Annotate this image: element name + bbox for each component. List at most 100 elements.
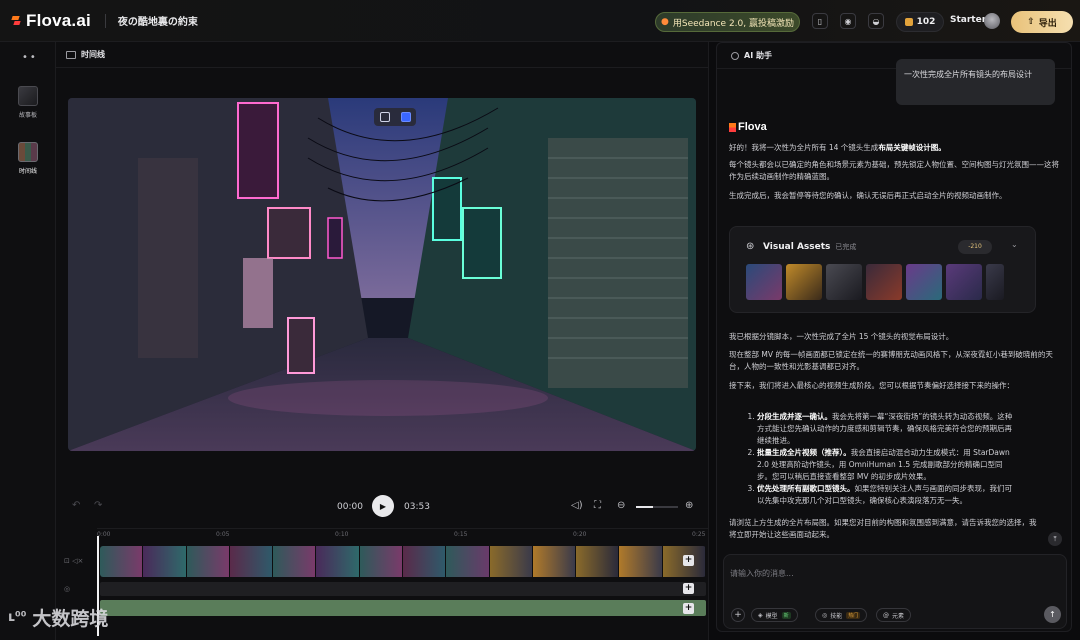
- undo-icon[interactable]: ↶: [72, 500, 80, 511]
- rail-item-label: 时间线: [18, 168, 37, 175]
- asset-thumbnails: [746, 264, 1004, 300]
- chip-tag: 新: [781, 611, 791, 619]
- timeline-panel: 时间线 ↶ ↷ 00:00 ▶ 03:53 ◁) ⛶ ⊖ ⊕ 0:00 0:05…: [56, 42, 709, 640]
- ruler-tick: 0:10: [335, 531, 349, 538]
- track-lock-icon[interactable]: ⊡ ◁×: [64, 557, 83, 565]
- option-list: 分段生成并逐一确认。我会先将第一幕“深夜街场”的镜头转为动态视频。这种方式能让您…: [745, 411, 1015, 507]
- assistant-paragraph: 生成完成后，我会暂停等待您的确认，确认无误后再正式启动全片的视频动画制作。: [729, 191, 1007, 200]
- audio-track[interactable]: [100, 600, 706, 616]
- video-track[interactable]: [100, 546, 706, 577]
- rail-item-timeline[interactable]: 时间线: [8, 142, 48, 175]
- export-icon: ⇧: [1027, 17, 1035, 27]
- assistant-paragraph: 每个镜头都会以已确定的角色和场景元素为基础，预先锁定人物位置、空间构图与灯光氛围…: [729, 160, 1059, 181]
- top-bar: Flova.ai 夜の酷地裏の約束 ● 用Seedance 2.0, 赢投稿激励…: [0, 0, 1080, 42]
- credits-badge[interactable]: 102: [896, 12, 944, 32]
- time-ruler[interactable]: 0:00 0:05 0:10 0:15 0:20 0:25: [97, 528, 709, 542]
- panel-header: 时间线: [56, 42, 708, 68]
- element-chip[interactable]: @ 元素: [876, 608, 912, 622]
- play-button[interactable]: ▶: [372, 495, 394, 517]
- ruler-tick: 0:15: [454, 531, 468, 538]
- asset-thumbnail[interactable]: [906, 264, 942, 300]
- promo-text: 用Seedance 2.0, 赢投稿激励: [672, 18, 794, 29]
- credit-cost-badge: -210: [958, 240, 992, 254]
- book-icon[interactable]: ▯: [812, 13, 828, 29]
- rail-item-storyboard[interactable]: 故事板: [8, 86, 48, 119]
- model-chip[interactable]: ◈ 模型 新: [751, 608, 798, 622]
- preview-frame-image: [68, 98, 696, 451]
- assistant-paragraph: 我已根据分镜脚本，一次性完成了全片 15 个镜头的视觉布局设计。: [729, 332, 954, 341]
- timeline-icon: [66, 50, 76, 59]
- card-status: 已完成: [835, 243, 857, 251]
- at-icon: @: [883, 611, 889, 619]
- add-clip-button[interactable]: +: [683, 583, 694, 594]
- more-icon[interactable]: ••: [22, 52, 38, 63]
- aperture-icon: ⊛: [746, 241, 755, 252]
- discord-icon[interactable]: ◒: [868, 13, 884, 29]
- track-visibility-icon[interactable]: ◎: [64, 585, 70, 593]
- ai-assistant-panel: AI 助手 一次性完成全片所有镜头的布局设计 Flova 好的！我将一次性为全片…: [716, 42, 1072, 632]
- assistant-name: Flova: [738, 121, 767, 133]
- export-label: 导出: [1038, 18, 1057, 29]
- promo-banner[interactable]: ● 用Seedance 2.0, 赢投稿激励: [655, 12, 800, 32]
- option-title: 优先处理所有副歌口型镜头。: [757, 484, 855, 493]
- card-title-text: Visual Assets: [763, 242, 831, 252]
- zoom-out-icon[interactable]: ⊖: [617, 500, 625, 511]
- chat-input-box[interactable]: 请输入你的消息... + ◈ 模型 新 ◎ 技能 热门 @ 元素 ↑: [723, 554, 1067, 629]
- ruler-tick: 0:20: [573, 531, 587, 538]
- volume-icon[interactable]: ◁): [571, 500, 583, 511]
- playback-controls: ↶ ↷ 00:00 ▶ 03:53 ◁) ⛶ ⊖ ⊕: [56, 494, 709, 520]
- assistant-paragraph: 接下来，我们将进入最核心的视频生成阶段。您可以根据节奏偏好选择接下来的操作：: [729, 381, 1014, 390]
- option-title: 分段生成并逐一确认。: [757, 412, 832, 421]
- duration: 03:53: [404, 502, 430, 512]
- asset-thumbnail[interactable]: [986, 264, 1004, 300]
- chevron-down-icon[interactable]: ⌄: [1011, 240, 1018, 249]
- flova-logo-icon: [12, 14, 23, 28]
- panel-title: AI 助手: [744, 51, 772, 60]
- ruler-tick: 0:25: [692, 531, 706, 538]
- chip-label: 模型: [765, 612, 778, 620]
- zoom-slider[interactable]: [636, 506, 678, 508]
- crop-icon[interactable]: [379, 112, 390, 122]
- chat-input[interactable]: 请输入你的消息...: [730, 568, 794, 579]
- film-strip-icon: [18, 142, 38, 162]
- add-clip-button[interactable]: +: [683, 555, 694, 566]
- fullscreen-icon[interactable]: ⛶: [594, 500, 601, 511]
- list-item: 分段生成并逐一确认。我会先将第一幕“深夜街场”的镜头转为动态视频。这种方式能让您…: [757, 411, 1015, 447]
- clapperboard-icon: [18, 86, 38, 106]
- paragraph-text: 好的！我将一次性为全片所有 14 个镜头生成: [729, 143, 879, 152]
- export-button[interactable]: ⇧ 导出: [1011, 11, 1073, 33]
- assistant-paragraph: 好的！我将一次性为全片所有 14 个镜头生成布局关键帧设计图。: [729, 142, 1059, 154]
- zoom-slider-fill: [636, 506, 653, 508]
- plan-label[interactable]: Starter: [950, 15, 986, 25]
- add-attachment-button[interactable]: +: [731, 608, 745, 622]
- panel-title: 时间线: [81, 50, 105, 59]
- credits-count: 102: [916, 17, 936, 27]
- add-clip-button[interactable]: +: [683, 603, 694, 614]
- video-preview[interactable]: [68, 98, 696, 451]
- asset-thumbnail[interactable]: [826, 264, 862, 300]
- send-button[interactable]: ↑: [1044, 606, 1061, 623]
- scroll-to-top-button[interactable]: ⤒: [1048, 532, 1062, 546]
- ruler-tick: 0:05: [216, 531, 230, 538]
- asset-thumbnail[interactable]: [746, 264, 782, 300]
- brand-logo[interactable]: Flova.ai: [12, 0, 91, 42]
- skill-chip[interactable]: ◎ 技能 热门: [815, 608, 868, 622]
- wechat-icon[interactable]: ◉: [840, 13, 856, 29]
- select-icon[interactable]: [400, 112, 411, 122]
- zoom-in-icon[interactable]: ⊕: [685, 500, 693, 511]
- chip-label: 技能: [830, 612, 843, 620]
- brand-name: Flova.ai: [26, 10, 91, 30]
- asset-thumbnail[interactable]: [946, 264, 982, 300]
- watermark-text: 大数跨境: [32, 608, 109, 630]
- chip-tag: 热门: [846, 611, 861, 619]
- redo-icon[interactable]: ↷: [94, 500, 102, 511]
- left-rail: •• 故事板 时间线: [0, 42, 56, 640]
- project-title[interactable]: 夜の酷地裏の約束: [118, 13, 198, 28]
- empty-track[interactable]: [100, 582, 706, 596]
- watermark-logo-icon: ʟ⁰⁰: [8, 610, 27, 625]
- avatar[interactable]: [984, 13, 1000, 29]
- visual-assets-card[interactable]: ⊛ Visual Assets 已完成 -210 ⌄: [729, 226, 1036, 313]
- list-item: 优先处理所有副歌口型镜头。如果您特别关注人声与画面的同步表现，我们可以先集中攻克…: [757, 483, 1015, 507]
- asset-thumbnail[interactable]: [786, 264, 822, 300]
- asset-thumbnail[interactable]: [866, 264, 902, 300]
